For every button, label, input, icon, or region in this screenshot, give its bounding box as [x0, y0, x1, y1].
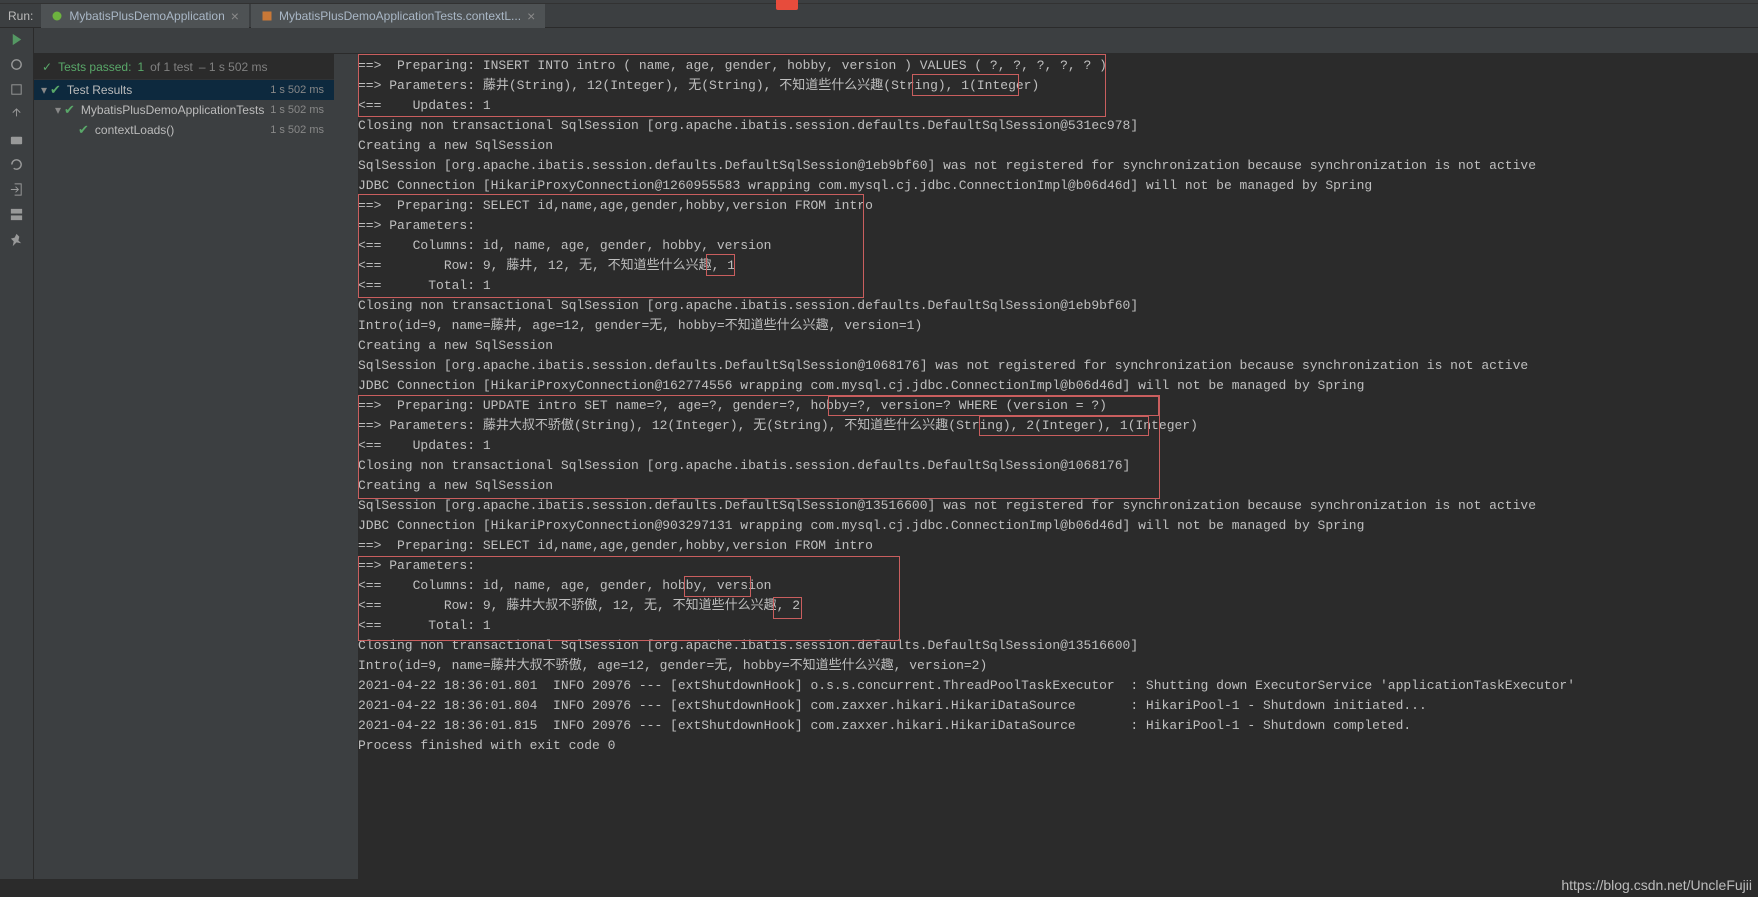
chevron-down-icon[interactable]: ▾ [38, 83, 50, 97]
status-mid: of 1 test [150, 60, 193, 74]
console-line: JDBC Connection [HikariProxyConnection@9… [358, 516, 1754, 536]
pass-icon: ✔ [64, 102, 75, 118]
console-line: ==> Preparing: UPDATE intro SET name=?, … [358, 396, 1754, 416]
run-label: Run: [0, 9, 41, 23]
console-line: SqlSession [org.apache.ibatis.session.de… [358, 356, 1754, 376]
console-line: Closing non transactional SqlSession [or… [358, 296, 1754, 316]
tree-suite[interactable]: ▾ ✔ MybatisPlusDemoApplicationTests 1 s … [34, 100, 334, 120]
console-line: Closing non transactional SqlSession [or… [358, 636, 1754, 656]
status-time: – 1 s 502 ms [199, 60, 268, 74]
tree-label: contextLoads() [95, 123, 174, 137]
console-line: ==> Parameters: [358, 556, 1754, 576]
debug-icon[interactable] [9, 57, 24, 72]
tab-app[interactable]: MybatisPlusDemoApplication × [41, 4, 249, 28]
left-gutter [0, 28, 34, 879]
camera-icon[interactable] [9, 132, 24, 147]
tab-tests[interactable]: MybatisPlusDemoApplicationTests.contextL… [251, 4, 545, 28]
watermark: https://blog.csdn.net/UncleFujii [1561, 877, 1752, 893]
console-line: <== Columns: id, name, age, gender, hobb… [358, 576, 1754, 596]
console-line: ==> Parameters: 藤井(String), 12(Integer),… [358, 76, 1754, 96]
console-line: SqlSession [org.apache.ibatis.session.de… [358, 496, 1754, 516]
pass-icon: ✔ [78, 122, 89, 138]
search-indicator-icon[interactable] [776, 0, 798, 10]
console-line: Creating a new SqlSession [358, 136, 1754, 156]
console-line: <== Total: 1 [358, 276, 1754, 296]
console-line: <== Updates: 1 [358, 436, 1754, 456]
breadcrumb [0, 0, 1758, 4]
console-line: 2021-04-22 18:36:01.801 INFO 20976 --- [… [358, 676, 1754, 696]
console-toolbar [334, 54, 358, 879]
console-line: Creating a new SqlSession [358, 476, 1754, 496]
console-line: ==> Preparing: SELECT id,name,age,gender… [358, 196, 1754, 216]
tree-time: 1 s 502 ms [270, 104, 330, 116]
console-line: Process finished with exit code 0 [358, 736, 1754, 756]
console-line: 2021-04-22 18:36:01.804 INFO 20976 --- [… [358, 696, 1754, 716]
export-icon[interactable] [9, 107, 24, 122]
run-icon[interactable] [9, 32, 24, 47]
tree-test[interactable]: ✔ contextLoads() 1 s 502 ms [34, 120, 334, 140]
test-toolbar [34, 28, 1758, 54]
console-line: <== Row: 9, 藤井大叔不骄傲, 12, 无, 不知道些什么兴趣, 2 [358, 596, 1754, 616]
console-line: <== Columns: id, name, age, gender, hobb… [358, 236, 1754, 256]
spring-icon [51, 10, 63, 22]
console-line: SqlSession [org.apache.ibatis.session.de… [358, 156, 1754, 176]
structure-icon[interactable] [9, 82, 24, 97]
console-line: JDBC Connection [HikariProxyConnection@1… [358, 176, 1754, 196]
tests-status: ✓ Tests passed: 1 of 1 test – 1 s 502 ms [34, 54, 334, 80]
console-line: Intro(id=9, name=藤井, age=12, gender=无, h… [358, 316, 1754, 336]
pin-icon[interactable] [9, 232, 24, 247]
console-line: ==> Parameters: [358, 216, 1754, 236]
tree-label: MybatisPlusDemoApplicationTests [81, 103, 264, 117]
test-icon [261, 10, 273, 22]
console-line: ==> Preparing: INSERT INTO intro ( name,… [358, 56, 1754, 76]
console-line: JDBC Connection [HikariProxyConnection@1… [358, 376, 1754, 396]
tab-label: MybatisPlusDemoApplicationTests.contextL… [279, 9, 521, 23]
tab-label: MybatisPlusDemoApplication [69, 9, 224, 23]
status-count: 1 [137, 60, 144, 74]
tree-label: Test Results [67, 83, 132, 97]
console-line: <== Row: 9, 藤井, 12, 无, 不知道些什么兴趣, 1 [358, 256, 1754, 276]
tree-time: 1 s 502 ms [270, 124, 330, 136]
test-tree[interactable]: ✓ Tests passed: 1 of 1 test – 1 s 502 ms… [34, 54, 334, 879]
tree-root[interactable]: ▾ ✔ Test Results 1 s 502 ms [34, 80, 334, 100]
console-line: <== Total: 1 [358, 616, 1754, 636]
console-line: ==> Preparing: SELECT id,name,age,gender… [358, 536, 1754, 556]
close-icon[interactable]: × [527, 8, 535, 24]
console-line: Intro(id=9, name=藤井大叔不骄傲, age=12, gender… [358, 656, 1754, 676]
console-line: Creating a new SqlSession [358, 336, 1754, 356]
run-tab-bar: Run: MybatisPlusDemoApplication × Mybati… [0, 4, 1758, 28]
layout-icon[interactable] [9, 207, 24, 222]
console-line: <== Updates: 1 [358, 96, 1754, 116]
status-prefix: Tests passed: [58, 60, 131, 74]
refresh-icon[interactable] [9, 157, 24, 172]
pass-icon: ✔ [50, 82, 61, 98]
console-output[interactable]: ==> Preparing: INSERT INTO intro ( name,… [358, 54, 1758, 879]
console-line: 2021-04-22 18:36:01.815 INFO 20976 --- [… [358, 716, 1754, 736]
console-line: Closing non transactional SqlSession [or… [358, 116, 1754, 136]
tree-time: 1 s 502 ms [270, 84, 330, 96]
check-icon: ✓ [42, 60, 52, 74]
console-line: Closing non transactional SqlSession [or… [358, 456, 1754, 476]
chevron-down-icon[interactable]: ▾ [52, 103, 64, 117]
console-line: ==> Parameters: 藤井大叔不骄傲(String), 12(Inte… [358, 416, 1754, 436]
close-icon[interactable]: × [231, 8, 239, 24]
exit-icon[interactable] [9, 182, 24, 197]
